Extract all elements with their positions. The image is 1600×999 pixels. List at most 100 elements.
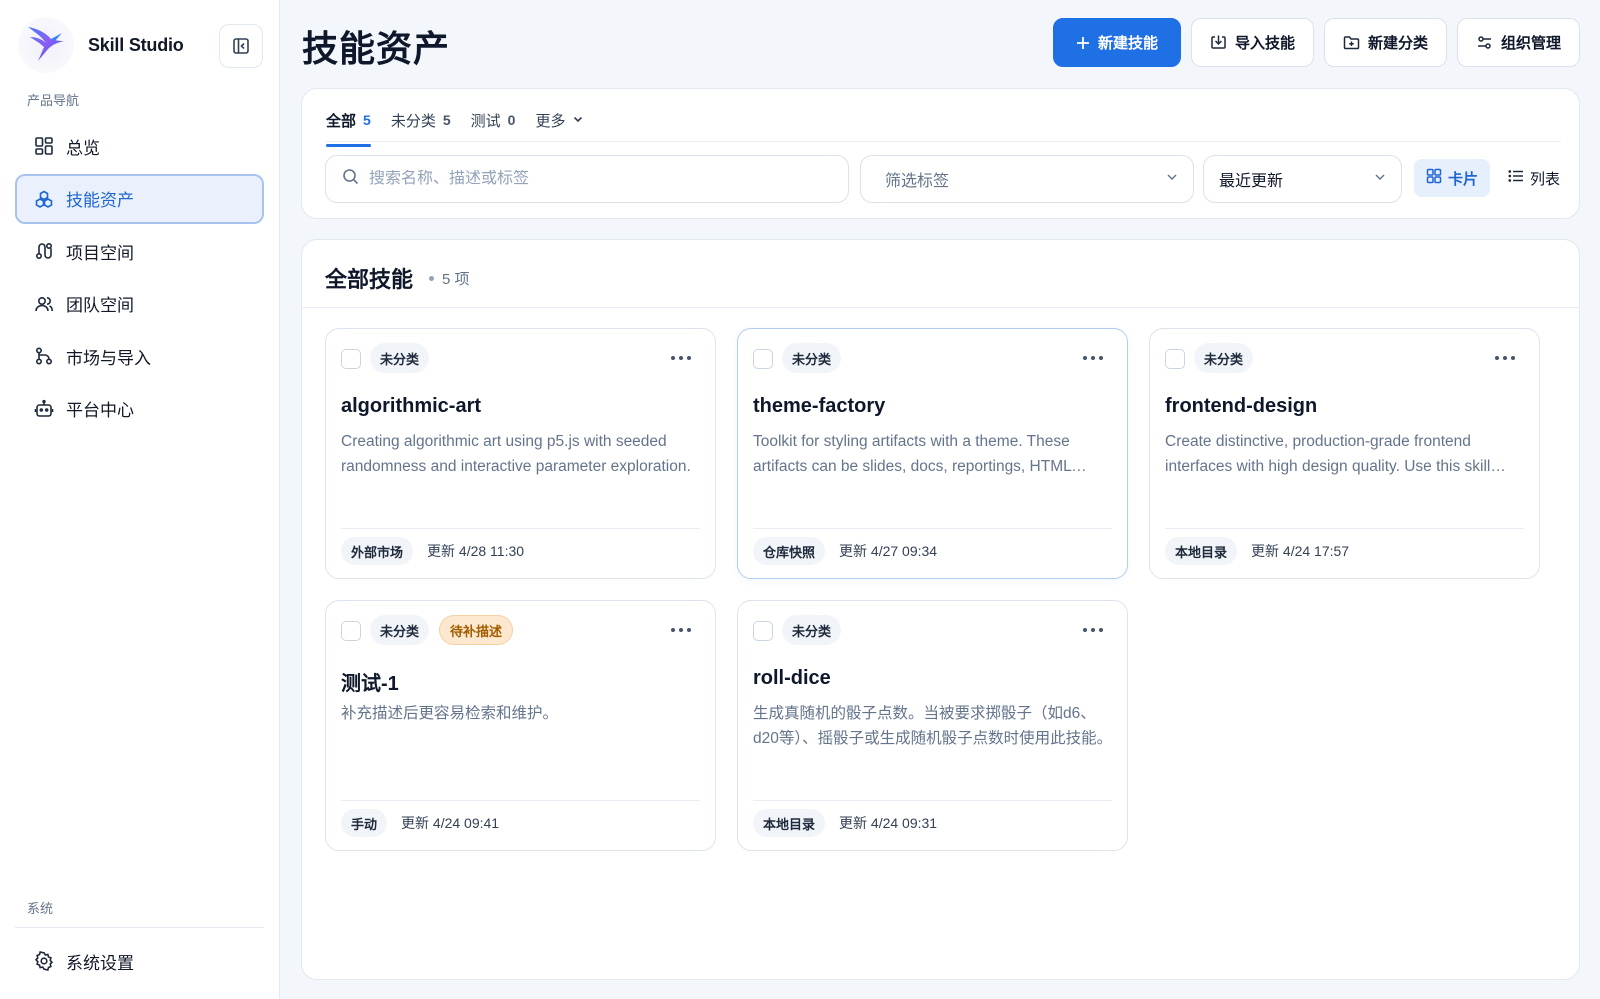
search-input[interactable] [369, 170, 809, 188]
sidebar-item-settings[interactable]: 系统设置 [15, 936, 264, 986]
list-view-button[interactable]: 列表 [1496, 159, 1572, 197]
import-icon [1210, 34, 1227, 51]
hummingbird-logo-icon [18, 17, 74, 73]
new-category-button[interactable]: 新建分类 [1323, 18, 1447, 67]
skill-card[interactable]: 未分类 frontend-design Create distinctive, … [1149, 328, 1540, 579]
chevron-down-icon [1373, 170, 1387, 189]
category-chip: 未分类 [782, 615, 842, 645]
sidebar-item-overview[interactable]: 总览 [15, 121, 264, 171]
source-chip: 本地目录 [753, 809, 826, 837]
tab-label: 全部 [326, 112, 357, 130]
source-chip: 手动 [341, 809, 388, 837]
import-skill-button[interactable]: 导入技能 [1190, 18, 1314, 67]
sidebar-item-label: 团队空间 [66, 296, 134, 315]
skill-card[interactable]: 未分类 roll-dice 生成真随机的骰子点数。当被要求掷骰子（如d6、d20… [737, 600, 1128, 851]
divider [1165, 528, 1524, 529]
robot-icon [33, 398, 55, 420]
chevron-down-icon [1165, 170, 1179, 189]
sidebar-item-skills[interactable]: 技能资产 [15, 173, 264, 224]
tag-filter-placeholder: 筛选标签 [885, 173, 950, 190]
section-header: 全部技能 5 项 [325, 262, 470, 294]
filter-panel: 全部 5 未分类 5 测试 0 更多 筛选标签 最近更新 [301, 88, 1580, 219]
divider [302, 307, 1579, 308]
source-chip: 本地目录 [1165, 537, 1238, 565]
sidebar-item-label: 项目空间 [66, 243, 134, 263]
more-options-icon[interactable] [1083, 625, 1103, 635]
updated-time: 更新 4/24 09:41 [401, 815, 500, 831]
card-view-button[interactable]: 卡片 [1414, 159, 1491, 197]
more-options-icon[interactable] [671, 353, 691, 363]
search-box[interactable] [325, 155, 849, 203]
sidebar-collapse-icon [233, 38, 249, 54]
updated-time: 更新 4/24 17:57 [1251, 543, 1350, 559]
sidebar-item-teams[interactable]: 团队空间 [15, 279, 264, 329]
select-checkbox[interactable] [341, 349, 361, 369]
tab-label: 测试 [470, 112, 501, 130]
more-options-icon[interactable] [671, 625, 691, 635]
sidebar-item-label: 技能资产 [66, 191, 134, 210]
divider [753, 528, 1112, 529]
skill-card[interactable]: 未分类 algorithmic-art Creating algorithmic… [325, 328, 716, 579]
category-chip: 未分类 [370, 343, 430, 373]
skill-card[interactable]: 未分类 theme-factory Toolkit for styling ar… [737, 328, 1128, 579]
new-skill-button[interactable]: 新建技能 [1052, 18, 1181, 67]
chevron-down-icon [572, 112, 584, 129]
sidebar: Skill Studio 产品导航 总览 技能资产 项目空间 团队空间 市场与导… [0, 0, 280, 999]
tab-uncategorized[interactable]: 未分类 5 [391, 105, 451, 135]
gear-icon [33, 950, 55, 972]
tab-more-label: 更多 [535, 112, 566, 130]
primary-nav: 总览 技能资产 项目空间 团队空间 市场与导入 平台中心 [15, 120, 264, 436]
sort-select[interactable]: 最近更新 [1203, 155, 1402, 203]
tab-all[interactable]: 全部 5 [326, 105, 371, 147]
divider [753, 800, 1112, 801]
sidebar-item-projects[interactable]: 项目空间 [15, 226, 264, 276]
category-tabs: 全部 5 未分类 5 测试 0 更多 [326, 105, 584, 147]
sidebar-item-market[interactable]: 市场与导入 [15, 331, 264, 381]
org-manage-button[interactable]: 组织管理 [1456, 18, 1580, 67]
sidebar-item-label: 市场与导入 [66, 348, 151, 368]
new-category-label: 新建分类 [1367, 35, 1428, 52]
sidebar-item-platform[interactable]: 平台中心 [15, 384, 264, 434]
card-view-label: 卡片 [1448, 170, 1479, 188]
more-options-icon[interactable] [1083, 353, 1103, 363]
plus-icon [1076, 36, 1090, 50]
sliders-icon [1476, 34, 1493, 51]
select-checkbox[interactable] [753, 621, 773, 641]
route-icon [33, 240, 55, 262]
tab-count: 5 [363, 112, 371, 128]
skill-name: frontend-design [1165, 395, 1318, 417]
skill-name: algorithmic-art [341, 395, 482, 417]
header-actions: 新建技能 导入技能 新建分类 组织管理 [1052, 18, 1580, 67]
dashboard-icon [33, 135, 55, 157]
tab-count: 0 [507, 112, 516, 128]
tab-count: 5 [442, 112, 451, 128]
skill-description: 补充描述后更容易检索和维护。 [341, 705, 559, 722]
tag-filter-select[interactable]: 筛选标签 [860, 155, 1194, 203]
sort-value: 最近更新 [1219, 173, 1284, 190]
new-skill-label: 新建技能 [1097, 35, 1158, 52]
select-checkbox[interactable] [1165, 349, 1185, 369]
more-options-icon[interactable] [1495, 353, 1515, 363]
skill-description: Create distinctive, production-grade fro… [1165, 433, 1491, 475]
grid-icon [1426, 168, 1442, 188]
section-title: 全部技能 [325, 267, 414, 292]
updated-time: 更新 4/24 09:31 [839, 815, 938, 831]
select-checkbox[interactable] [341, 621, 361, 641]
tab-test[interactable]: 测试 0 [471, 105, 516, 135]
system-section-label: 系统 [27, 901, 54, 916]
sidebar-item-label: 平台中心 [66, 401, 134, 420]
skill-description: Toolkit for styling artifacts with a the… [753, 433, 1072, 475]
users-icon [33, 293, 55, 315]
brand-name: Skill Studio [88, 34, 184, 55]
source-chip: 仓库快照 [753, 537, 826, 565]
skill-card[interactable]: 未分类 待补描述 测试-1 补充描述后更容易检索和维护。 手动 更新 4/24 … [325, 600, 716, 851]
select-checkbox[interactable] [753, 349, 773, 369]
updated-time: 更新 4/28 11:30 [427, 543, 525, 559]
folder-plus-icon [1343, 34, 1360, 51]
brand[interactable]: Skill Studio [18, 16, 184, 74]
cubes-icon [33, 188, 55, 210]
tab-more[interactable]: 更多 [535, 105, 584, 135]
collapse-sidebar-button[interactable] [219, 24, 263, 68]
pending-description-badge: 待补描述 [439, 615, 514, 645]
skill-description: 生成真随机的骰子点数。当被要求掷骰子（如d6、d20等）、摇骰子或生成随机骰子点… [753, 705, 1113, 747]
